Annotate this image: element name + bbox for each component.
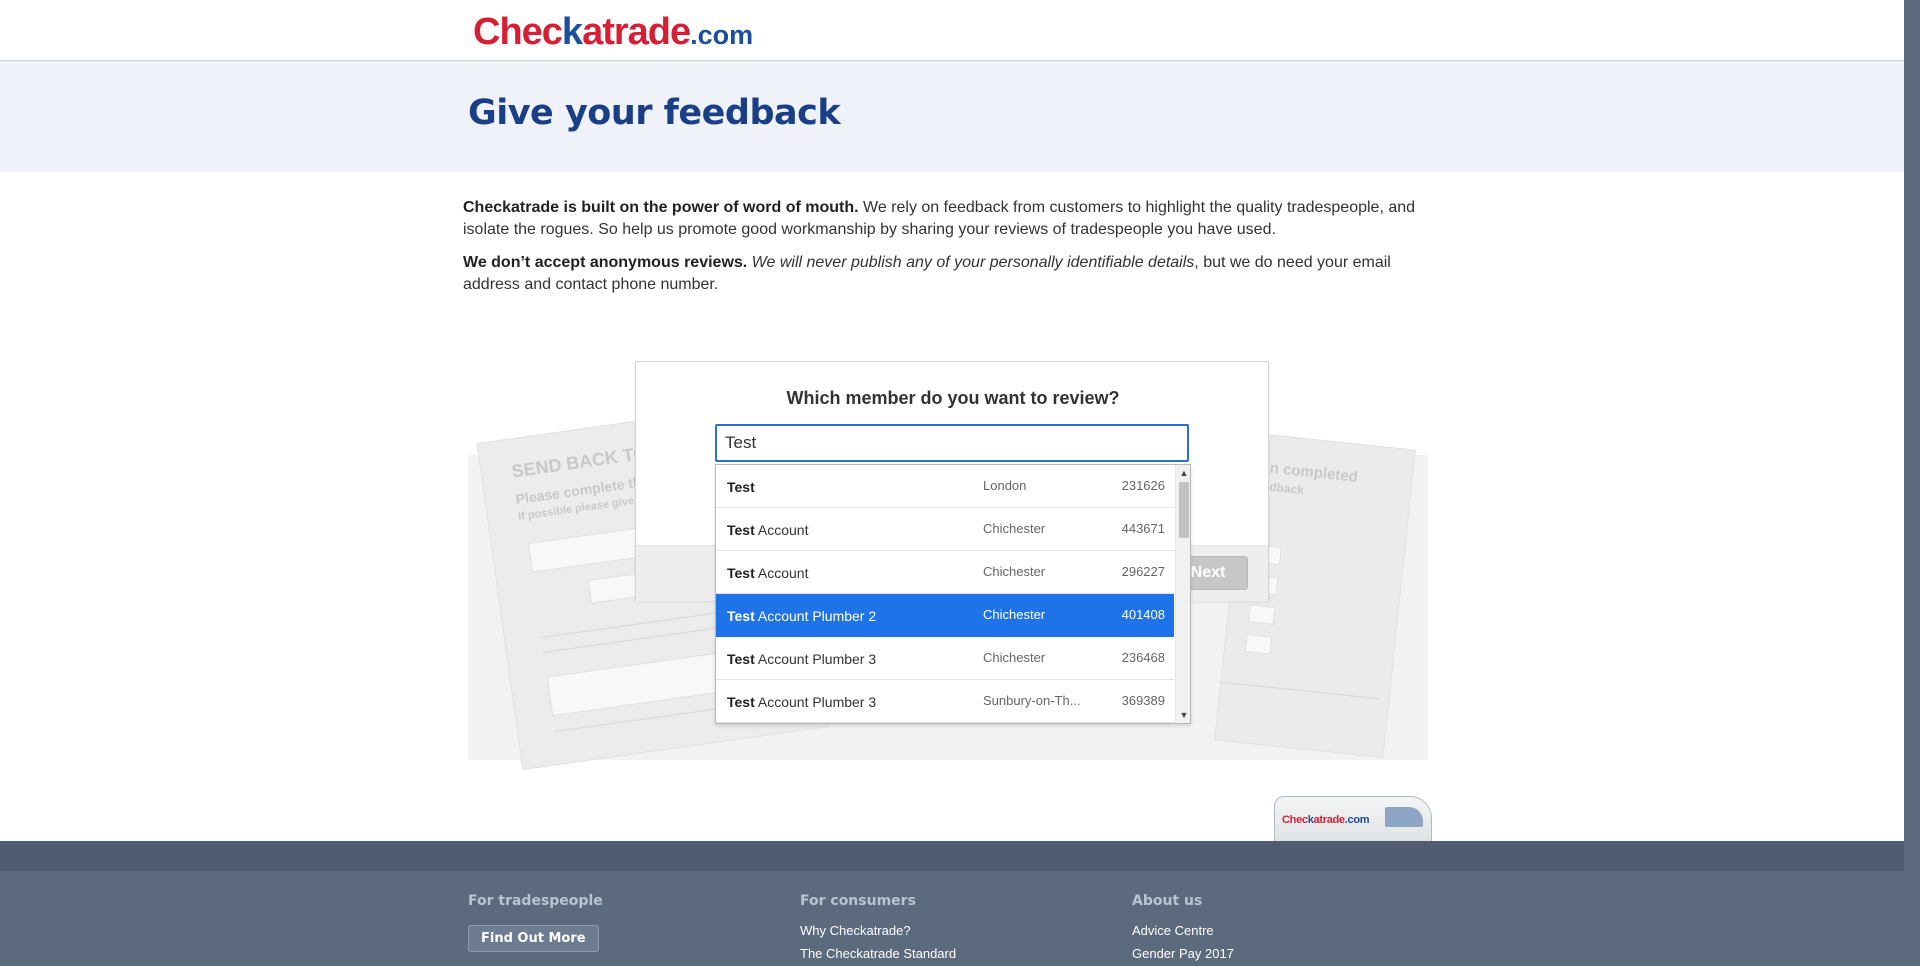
footer-col-about: About us Advice Centre Gender Pay 2017 (1132, 893, 1234, 961)
option-rest: Account Plumber 3 (754, 651, 877, 667)
footer-link-advice-centre[interactable]: Advice Centre (1132, 923, 1234, 938)
footer-link-checkatrade-standard[interactable]: The Checkatrade Standard (800, 946, 956, 961)
option-location: Chichester (983, 607, 1046, 622)
van-logo-red-2: atrade (1313, 814, 1346, 826)
intro-p2-bold: We don’t accept anonymous reviews. (463, 254, 748, 271)
option-name: Test (727, 479, 755, 495)
option-member-id: 443671 (1121, 521, 1165, 536)
page-scrollbar[interactable] (1904, 0, 1920, 966)
intro-p2-italic: We will never publish any of your person… (747, 254, 1195, 271)
autocomplete-option[interactable]: Test London 231626 (716, 465, 1174, 508)
scroll-down-icon[interactable]: ▼ (1176, 708, 1190, 722)
footer-col-title: About us (1132, 893, 1203, 909)
option-match: Test (727, 694, 755, 710)
site-header: Checkatrade.com (0, 0, 1904, 62)
footer-top-bar (0, 841, 1904, 871)
dropdown-scrollbar[interactable]: ▲ ▼ (1175, 465, 1190, 723)
logo-text-red-2: atrade (582, 11, 691, 53)
option-name: Test Account (727, 522, 808, 538)
footer-link-why-checkatrade[interactable]: Why Checkatrade? (800, 923, 956, 938)
van-logo-domain: .com (1344, 814, 1370, 826)
scroll-up-icon[interactable]: ▲ (1176, 466, 1190, 480)
hero-band: Give your feedback (0, 63, 1904, 172)
option-location: Chichester (983, 564, 1046, 579)
autocomplete-option[interactable]: Test Account Chichester 296227 (716, 551, 1174, 594)
modal-question: Which member do you want to review? (786, 388, 1120, 408)
scroll-thumb[interactable] (1179, 482, 1189, 538)
option-member-id: 236468 (1121, 650, 1165, 665)
autocomplete-option[interactable]: Test Account Chichester 443671 (716, 508, 1174, 551)
intro-text: Checkatrade is built on the power of wor… (463, 197, 1429, 307)
intro-paragraph-1: Checkatrade is built on the power of wor… (463, 197, 1429, 241)
option-name: Test Account Plumber 3 (727, 694, 876, 710)
logo-text-red: Chec (473, 11, 563, 53)
intro-p1-bold: Checkatrade is built on the power of wor… (463, 199, 859, 216)
option-match: Test (727, 522, 755, 538)
autocomplete-option[interactable]: Test Account Plumber 3 Sunbury-on-Th... 36… (716, 680, 1174, 723)
logo-domain: .com (690, 20, 754, 50)
option-name: Test Account (727, 565, 808, 581)
option-rest: Account (754, 565, 809, 581)
page-title: Give your feedback (468, 93, 841, 133)
option-location: Chichester (983, 521, 1046, 536)
option-location: London (983, 478, 1027, 493)
van-logo: Checkatrade.com (1282, 814, 1370, 826)
bg-form-line (1221, 681, 1381, 700)
checkatrade-logo[interactable]: Checkatrade.com (473, 10, 753, 57)
footer-col-tradespeople: For tradespeople Find Out More (468, 893, 603, 952)
option-match: Test (727, 479, 755, 495)
footer-col-consumers: For consumers Why Checkatrade? The Check… (800, 893, 956, 961)
site-footer: For tradespeople Find Out More For consu… (0, 841, 1904, 966)
option-rest: Account (754, 522, 809, 538)
option-member-id: 369389 (1121, 693, 1165, 708)
member-autocomplete-dropdown[interactable]: Test London 231626 Test Account Chichester 44… (715, 464, 1191, 724)
option-location: Sunbury-on-Th... (983, 693, 1081, 708)
option-member-id: 296227 (1121, 564, 1165, 579)
logo-text-tick: k (561, 11, 583, 53)
bg-form-box (1244, 634, 1273, 655)
intro-paragraph-2: We don’t accept anonymous reviews. We wi… (463, 252, 1429, 296)
option-location: Chichester (983, 650, 1046, 665)
footer-col-title: For tradespeople (468, 893, 603, 909)
option-name: Test Account Plumber 2 (727, 608, 876, 624)
van-logo-red: Chec (1282, 814, 1308, 826)
option-match: Test (727, 565, 755, 581)
bg-form-box (1247, 604, 1276, 625)
member-search-input[interactable] (715, 424, 1189, 462)
find-out-more-button[interactable]: Find Out More (468, 925, 599, 952)
option-rest: Account Plumber 2 (754, 608, 877, 624)
autocomplete-option[interactable]: Test Account Plumber 3 Chichester 236468 (716, 637, 1174, 680)
option-rest: Account Plumber 3 (754, 694, 877, 710)
option-match: Test (727, 608, 755, 624)
footer-col-title: For consumers (800, 893, 916, 909)
van-window (1385, 807, 1423, 827)
autocomplete-option[interactable]: Test Account Plumber 2 Chichester 401408 (716, 594, 1174, 637)
autocomplete-list: Test London 231626 Test Account Chichester 44… (716, 465, 1174, 723)
option-name: Test Account Plumber 3 (727, 651, 876, 667)
option-match: Test (727, 651, 755, 667)
option-member-id: 401408 (1121, 607, 1165, 622)
footer-link-gender-pay[interactable]: Gender Pay 2017 (1132, 946, 1234, 961)
page: Checkatrade.com Give your feedback Check… (0, 0, 1904, 966)
option-member-id: 231626 (1121, 478, 1165, 493)
